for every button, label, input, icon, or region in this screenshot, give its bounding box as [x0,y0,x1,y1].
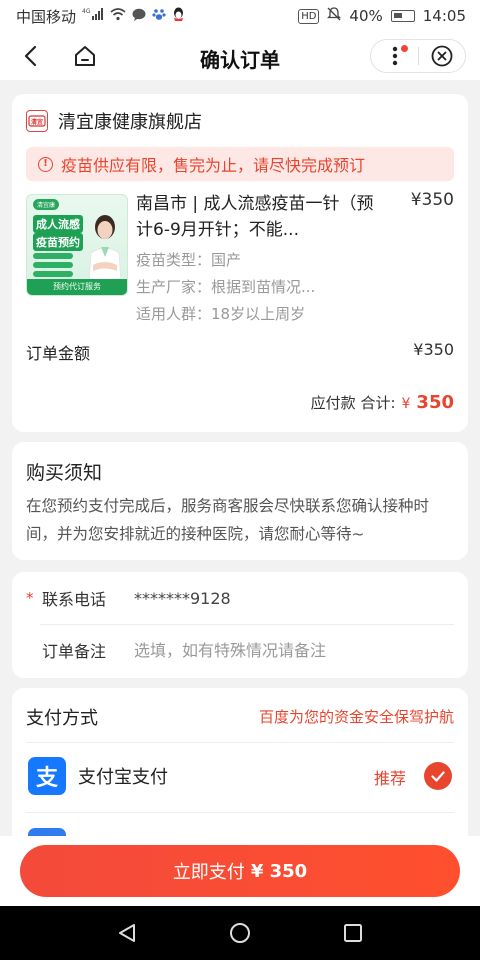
baidu-paw-icon [152,7,166,25]
remark-label: 订单备注 [42,642,107,661]
product-image[interactable]: 清宜康 成人流感 疫苗预约 预约代订服务 [26,194,128,296]
contact-form-card: * 联系电话 *******9128 订单备注 [12,572,468,678]
wifi-icon [110,7,126,25]
pay-now-amount: ¥ 350 [250,860,308,882]
message-icon [132,8,146,25]
payment-safety-text: 百度为您的资金安全保驾护航 [258,708,454,726]
pay-now-button[interactable]: 立即支付 ¥ 350 [20,845,460,897]
close-miniapp-button[interactable] [419,39,465,73]
battery-percent: 40% [349,7,383,25]
payment-divider [26,742,454,743]
store-logo: 清宜 [26,110,48,132]
order-card: 清宜 清宜康健康旗舰店 ! 疫苗供应有限，售完为止，请尽快完成预订 清宜康 成人… [12,94,468,432]
carrier-label: 中国移动 [16,7,77,26]
stock-notice-text: 疫苗供应有限，售完为止，请尽快完成预订 [61,156,366,175]
store-header[interactable]: 清宜 清宜康健康旗舰店 [26,108,202,134]
order-amount-value: ¥350 [413,340,454,359]
alipay-label: 支付宝支付 [78,767,168,788]
product-attr-manufacturer: 生产厂家：根据到苗情况... [136,278,316,296]
payment-divider-2 [26,812,454,813]
hd-badge: HD [298,8,320,24]
order-amount-label: 订单金额 [26,344,91,363]
more-menu-button[interactable] [371,39,418,73]
doctor-illustration-icon [88,215,122,281]
phone-value: *******9128 [134,588,231,608]
system-home-button[interactable] [220,913,260,953]
alipay-option[interactable]: 支 支付宝支付 推荐 [12,754,468,798]
product-image-brand: 清宜康 [33,199,60,210]
amount-due-currency: ¥ [401,396,411,412]
store-logo-icon: 清宜 [28,115,46,127]
product-price: ¥350 [410,190,454,210]
product-attr-audience: 适用人群：18岁以上周岁 [136,305,306,323]
product-image-footer: 预约代订服务 [27,279,127,295]
miniapp-capsule [370,39,466,73]
svg-text:清宜: 清宜 [31,118,43,126]
svg-text:4G: 4G [82,8,91,15]
stock-notice: ! 疫苗供应有限，售完为止，请尽快完成预订 [26,147,454,181]
recommend-badge: 推荐 [373,769,406,788]
back-button[interactable] [16,42,44,70]
home-button[interactable] [70,41,100,71]
product-image-title-line1: 成人流感 [33,215,83,233]
system-back-button[interactable] [107,913,147,953]
battery-icon [390,10,415,22]
triangle-back-icon [118,924,135,942]
clock: 14:05 [422,7,466,25]
alipay-icon: 支 [28,757,66,795]
bottom-action-bar: 立即支付 ¥ 350 [0,836,480,906]
system-recents-button[interactable] [333,913,373,953]
required-asterisk: * [26,589,34,607]
remark-input[interactable] [134,640,434,660]
product-name[interactable]: 南昌市 | 成人流感疫苗一针（预计6-9月开针；不能... [136,191,376,243]
close-circle-icon [431,45,453,67]
navigation-bar: 确认订单 [0,32,480,80]
product-attr-vaccine-type: 疫苗类型：国产 [136,251,242,269]
chevron-left-icon [24,45,37,67]
circle-home-icon [229,923,250,943]
purchase-notes-title: 购买须知 [26,462,103,484]
product-image-title-line2: 疫苗预约 [33,233,83,251]
qq-penguin-icon [172,7,185,26]
purchase-notes-card: 购买须知 在您预约支付完成后，服务商客服会尽快联系您确认接种时间，并为您安排就近… [12,442,468,560]
signal-icon: 4G [82,7,104,25]
amount-due: 应付款 合计: ¥ 350 [311,392,454,413]
square-recents-icon [344,924,363,942]
store-name: 清宜康健康旗舰店 [58,112,202,133]
alert-circle-icon: ! [38,156,53,172]
payment-title: 支付方式 [26,708,98,729]
notification-dot [401,45,408,52]
amount-due-value: 350 [416,392,454,413]
phone-label: 联系电话 [42,590,107,609]
status-bar: 中国移动 4G HD 40% 14:05 [0,0,480,32]
selected-check-icon[interactable] [424,762,452,790]
more-vertical-icon [392,46,397,66]
payment-card: 支付方式 百度为您的资金安全保驾护航 支 支付宝支付 推荐 [12,688,468,848]
phone-row[interactable]: * 联系电话 *******9128 [12,572,468,624]
amount-due-label: 应付款 合计: [310,394,396,412]
system-navigation-bar [0,906,480,960]
remark-row: 订单备注 [12,624,468,676]
purchase-notes-body: 在您预约支付完成后，服务商客服会尽快联系您确认接种时间，并为您安排就近的接种医院… [26,497,430,543]
mute-icon [327,7,342,25]
pay-now-label: 立即支付 [172,862,245,883]
home-icon [75,46,95,66]
